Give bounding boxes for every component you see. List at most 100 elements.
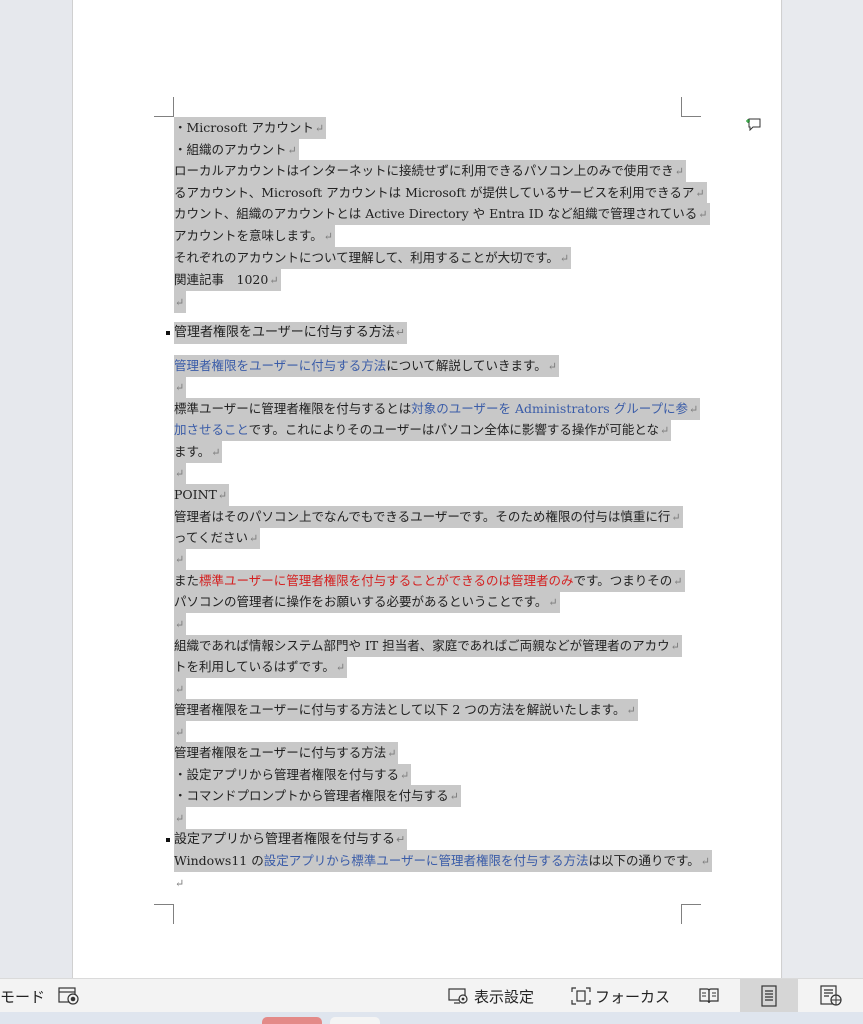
paragraph-mark-icon: ↵ [698, 208, 708, 221]
text-line[interactable]: ↵ [174, 872, 184, 894]
selection-highlight: 組織であれば情報システム部門や IT 担当者、家庭であればご両親などが管理者のア… [174, 635, 682, 657]
text-line[interactable]: ・コマンドプロンプトから管理者権限を付与する↵ [174, 785, 461, 807]
selection-highlight: また標準ユーザーに管理者権限を付与することができるのは管理者のみです。つまりその… [174, 570, 685, 592]
heading-line[interactable]: 管理者権限をユーザーに付与する方法↵ [166, 322, 407, 344]
selection-highlight: ↵ [174, 613, 187, 635]
text-line[interactable]: カウント、組織のアカウントとは Active Directory や Entra… [174, 203, 710, 225]
selection-highlight: 加させることです。これによりそのユーザーはパソコン全体に影響する操作が可能とな↵ [174, 419, 672, 441]
text-line[interactable]: ローカルアカウントはインターネットに接続せずに利用できるパソコン上のみで使用でき… [174, 160, 686, 182]
selection-highlight: 管理者権限をユーザーに付与する方法について解説していきます。↵ [174, 355, 559, 377]
body-text: POINT [174, 487, 217, 502]
body-text: ・設定アプリから管理者権限を付与する [174, 767, 400, 782]
crop-mark-top-right [681, 97, 701, 117]
read-mode-button[interactable] [686, 979, 732, 1013]
text-line[interactable]: それぞれのアカウントについて理解して、利用することが大切です。↵ [174, 247, 572, 269]
selection-highlight: ↵ [174, 376, 187, 398]
paragraph-mark-icon: ↵ [217, 489, 228, 502]
text-line[interactable]: ↵ [174, 613, 187, 635]
text-line[interactable]: ↵ [174, 376, 187, 398]
taskbar-app-button[interactable] [330, 1017, 380, 1024]
selection-highlight: 管理者権限をユーザーに付与する方法↵ [174, 322, 407, 344]
text-line[interactable]: パソコンの管理者に操作をお願いする必要があるということです。↵ [174, 591, 560, 613]
read-mode-icon [698, 986, 720, 1006]
selection-highlight: トを利用しているはずです。↵ [174, 656, 348, 678]
body-text: です。これによりそのユーザーはパソコン全体に影響する操作が可能とな [248, 422, 660, 437]
paragraph-mark-icon: ↵ [395, 326, 405, 339]
text-line[interactable]: 組織であれば情報システム部門や IT 担当者、家庭であればご両親などが管理者のア… [174, 635, 682, 657]
selection-highlight: 管理者はそのパソコン上でなんでもできるユーザーです。そのため権限の付与は慎重に行… [174, 506, 683, 528]
selection-highlight: るアカウント、Microsoft アカウントは Microsoft が提供してい… [174, 182, 707, 204]
text-line[interactable]: 標準ユーザーに管理者権限を付与するとは対象のユーザーを Administrato… [174, 398, 701, 420]
link-text: 加させること [174, 422, 249, 437]
paragraph-mark-icon: ↵ [249, 532, 259, 545]
body-text: です。つまりその [573, 573, 673, 588]
selection-highlight: アカウントを意味します。↵ [174, 225, 335, 247]
text-line[interactable]: ↵ [174, 678, 187, 700]
new-comment-icon[interactable] [745, 116, 761, 132]
heading-bullet-icon [166, 331, 170, 335]
selection-highlight: ↵ [174, 291, 187, 313]
body-text: トを利用しているはずです。 [174, 659, 335, 674]
macro-record-button[interactable] [58, 979, 84, 1013]
mode-indicator[interactable]: モード [0, 979, 48, 1013]
paragraph-mark-icon: ↵ [400, 769, 410, 782]
body-text: ローカルアカウントはインターネットに接続せずに利用できるパソコン上のみで使用でき [174, 163, 674, 178]
text-line[interactable]: ↵ [174, 807, 187, 829]
text-line[interactable]: ↵ [174, 548, 187, 570]
link-text: 設定アプリから標準ユーザーに管理者権限を付与する方法 [263, 853, 589, 868]
text-line[interactable]: POINT↵ [174, 484, 230, 506]
emphasis-text: 標準ユーザーに管理者権限を付与することができるのは管理者のみ [199, 573, 574, 588]
selection-highlight: ↵ [174, 875, 184, 890]
text-line[interactable]: ます。↵ [174, 441, 223, 463]
selection-highlight: Windows11 の設定アプリから標準ユーザーに管理者権限を付与する方法は以下… [174, 850, 712, 872]
text-line[interactable]: また標準ユーザーに管理者権限を付与することができるのは管理者のみです。つまりその… [174, 570, 685, 592]
text-line[interactable]: ってください↵ [174, 527, 261, 549]
body-text: ってください [174, 530, 249, 545]
paragraph-mark-icon: ↵ [175, 877, 185, 890]
text-line[interactable]: ・設定アプリから管理者権限を付与する↵ [174, 764, 412, 786]
selection-highlight: ってください↵ [174, 527, 261, 549]
text-line[interactable]: 管理者権限をユーザーに付与する方法について解説していきます。↵ [174, 355, 559, 377]
text-line[interactable]: ・Microsoft アカウント↵ [174, 117, 327, 139]
body-text: ・組織のアカウント [174, 142, 287, 157]
paragraph-mark-icon: ↵ [559, 252, 570, 265]
body-text: るアカウント、Microsoft アカウントは Microsoft が提供してい… [174, 185, 695, 200]
body-text: ・Microsoft アカウント [174, 120, 314, 135]
text-line[interactable]: アカウントを意味します。↵ [174, 225, 335, 247]
selection-highlight: 標準ユーザーに管理者権限を付与するとは対象のユーザーを Administrato… [174, 398, 701, 420]
body-text: ます。 [174, 444, 211, 459]
text-line[interactable]: ↵ [174, 721, 187, 743]
paragraph-mark-icon: ↵ [674, 165, 684, 178]
text-line[interactable]: Windows11 の設定アプリから標準ユーザーに管理者権限を付与する方法は以下… [174, 850, 712, 872]
selection-highlight: 設定アプリから管理者権限を付与する↵ [174, 829, 408, 851]
paragraph-mark-icon: ↵ [700, 855, 710, 868]
body-text: 標準ユーザーに管理者権限を付与するとは [174, 401, 412, 416]
paragraph-mark-icon: ↵ [548, 596, 558, 609]
text-line[interactable]: 加させることです。これによりそのユーザーはパソコン全体に影響する操作が可能とな↵ [174, 419, 672, 441]
print-layout-icon [758, 985, 780, 1007]
text-line[interactable]: トを利用しているはずです。↵ [174, 656, 348, 678]
selection-highlight: ↵ [174, 678, 187, 700]
display-settings-button[interactable]: 表示設定 [448, 979, 554, 1013]
focus-button[interactable]: フォーカス [570, 979, 670, 1013]
text-line[interactable]: るアカウント、Microsoft アカウントは Microsoft が提供してい… [174, 182, 707, 204]
web-layout-button[interactable] [806, 979, 856, 1013]
taskbar-app-button[interactable] [262, 1017, 322, 1024]
paragraph-mark-icon: ↵ [175, 726, 185, 739]
text-line[interactable]: 管理者はそのパソコン上でなんでもできるユーザーです。そのため権限の付与は慎重に行… [174, 506, 683, 528]
text-line[interactable]: 関連記事 1020↵ [174, 269, 281, 291]
text-line[interactable]: 管理者権限をユーザーに付与する方法として以下 2 つの方法を解説いたします。↵ [174, 699, 638, 721]
text-line[interactable]: ・組織のアカウント↵ [174, 139, 299, 161]
paragraph-mark-icon: ↵ [175, 553, 185, 566]
heading-line[interactable]: 設定アプリから管理者権限を付与する↵ [166, 829, 408, 851]
paragraph-mark-icon: ↵ [211, 446, 221, 459]
text-line[interactable]: ↵ [174, 291, 187, 313]
paragraph-mark-icon: ↵ [175, 296, 185, 309]
crop-mark-bottom-right [681, 904, 701, 924]
macro-record-icon [58, 986, 80, 1006]
print-layout-button[interactable] [740, 979, 798, 1013]
focus-label: フォーカス [595, 987, 671, 1006]
paragraph-mark-icon: ↵ [175, 812, 185, 825]
text-line[interactable]: ↵ [174, 462, 187, 484]
text-line[interactable]: 管理者権限をユーザーに付与する方法↵ [174, 742, 399, 764]
